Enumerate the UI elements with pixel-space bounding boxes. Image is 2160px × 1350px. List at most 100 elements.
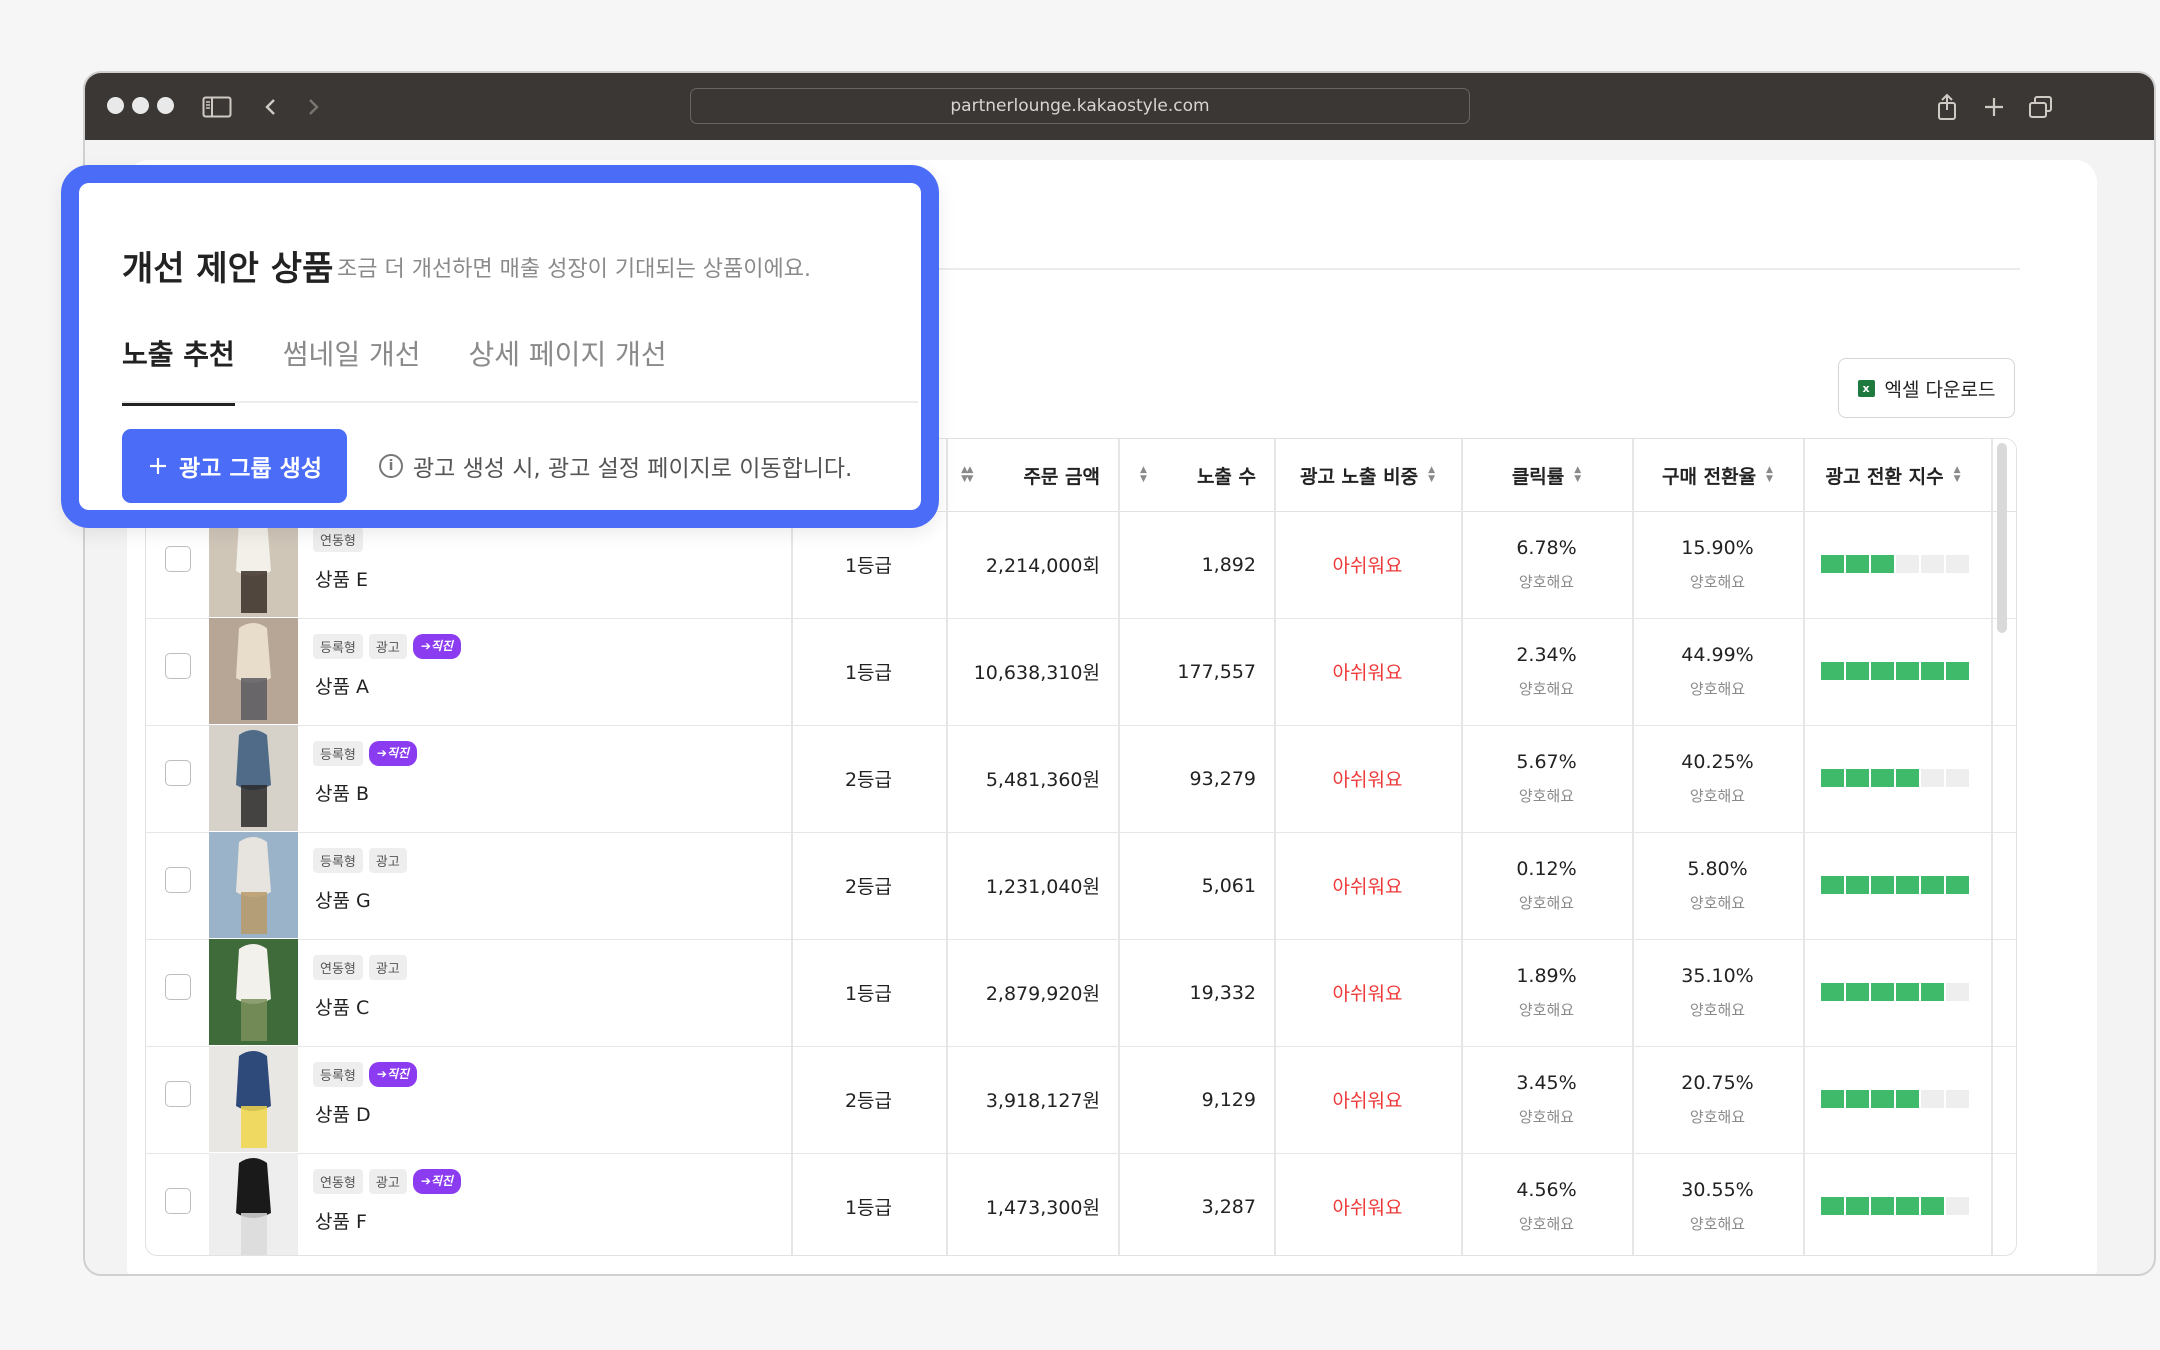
table-row[interactable]: 등록형 광고 상품 G 2등급 1,231,040원 5,061 아쉬워요 0.1… [146, 832, 2016, 940]
cvr-header[interactable]: 구매 전환율 ▲ ▼ [1632, 439, 1803, 511]
index-bar-segment [1871, 662, 1894, 680]
new-tab-icon[interactable] [1978, 91, 2010, 123]
product-thumbnail[interactable] [209, 1153, 298, 1255]
index-bar-segment [1921, 769, 1944, 787]
order-amount-header[interactable]: ▲ ▼ 주문 금액 [946, 439, 1118, 511]
ctr-note: 양호해요 [1518, 1001, 1575, 1019]
cvr-note: 양호해요 [1689, 680, 1746, 698]
table-row[interactable]: 등록형 ➔직진 상품 D 2등급 3,918,127원 9,129 아쉬워요 3.… [146, 1046, 2016, 1154]
back-icon[interactable] [255, 91, 287, 123]
order-amount-cell: 2,879,920원 [985, 983, 1100, 1005]
address-bar[interactable]: partnerlounge.kakaostyle.com [690, 88, 1470, 124]
tab-exposure[interactable]: 노출 추천 [122, 333, 235, 406]
row-checkbox[interactable] [165, 1188, 191, 1214]
row-checkbox[interactable] [165, 1081, 191, 1107]
index-bar-segment [1871, 555, 1894, 573]
share-icon[interactable] [1931, 91, 1963, 123]
direct-badge: ➔직진 [412, 1169, 461, 1194]
cvr-cell: 30.55% 양호해요 [1632, 1153, 1803, 1255]
index-bar-segment [1871, 1090, 1894, 1108]
product-name[interactable]: 상품 G [315, 886, 371, 913]
row-checkbox[interactable] [165, 760, 191, 786]
index-bar-segment [1896, 876, 1919, 894]
cvr-cell: 44.99% 양호해요 [1632, 618, 1803, 725]
index-bar-segment [1946, 555, 1969, 573]
index-bar-segment [1846, 1197, 1869, 1215]
row-checkbox[interactable] [165, 546, 191, 572]
ad-index-bars [1821, 1197, 1969, 1215]
grade-cell: 1등급 [844, 983, 893, 1005]
product-type-tag: 연동형 [313, 955, 363, 980]
sort-icon: ▲ ▼ [1428, 465, 1436, 484]
product-tags: 등록형 광고 ➔직진 [313, 634, 461, 659]
product-name[interactable]: 상품 C [315, 993, 369, 1020]
table-row[interactable]: 등록형 광고 ➔직진 상품 A 1등급 10,638,310원 177,557 아쉬… [146, 618, 2016, 726]
product-thumbnail[interactable] [209, 725, 298, 831]
table-row[interactable]: 등록형 ➔직진 상품 B 2등급 5,481,360원 93,279 아쉬워요 5… [146, 725, 2016, 833]
index-bar-segment [1846, 769, 1869, 787]
ad-index-header[interactable]: 광고 전환 지수 ▲ ▼ [1803, 439, 1983, 511]
table-row[interactable]: 연동형 광고 상품 C 1등급 2,879,920원 19,332 아쉬워요 1.… [146, 939, 2016, 1047]
info-text: 광고 생성 시, 광고 설정 페이지로 이동합니다. [413, 456, 853, 482]
browser-titlebar: partnerlounge.kakaostyle.com [85, 73, 2154, 140]
tab-thumbnail[interactable]: 썸네일 개선 [283, 333, 421, 406]
index-bar-segment [1871, 769, 1894, 787]
window-zoom-dot[interactable] [157, 97, 174, 114]
panel-title: 개선 제안 상품 [122, 249, 334, 289]
product-name[interactable]: 상품 A [315, 672, 369, 699]
product-type-tag: 등록형 [313, 741, 363, 766]
product-name[interactable]: 상품 E [315, 565, 368, 592]
window-close-dot[interactable] [107, 97, 124, 114]
forward-icon[interactable] [297, 91, 329, 123]
tab-detail-page[interactable]: 상세 페이지 개선 [469, 333, 667, 406]
sidebar-icon[interactable] [201, 91, 233, 123]
ctr-note: 양호해요 [1518, 573, 1575, 591]
product-tags: 연동형 [313, 527, 363, 552]
row-checkbox[interactable] [165, 653, 191, 679]
product-type-tag: 연동형 [313, 1169, 363, 1194]
tabs-overview-icon[interactable] [2025, 91, 2057, 123]
ctr-header[interactable]: 클릭률 ▲ ▼ [1461, 439, 1632, 511]
ad-share-header[interactable]: 광고 노출 비중 ▲ ▼ [1274, 439, 1461, 511]
table-scrollbar[interactable] [1997, 443, 2007, 633]
ctr-cell: 5.67% 양호해요 [1461, 725, 1632, 832]
product-thumbnail[interactable] [209, 939, 298, 1045]
cvr-cell: 35.10% 양호해요 [1632, 939, 1803, 1046]
cvr-cell: 5.80% 양호해요 [1632, 832, 1803, 939]
index-bar-segment [1946, 662, 1969, 680]
grade-cell: 1등급 [844, 1197, 893, 1219]
excel-download-button[interactable]: x 엑셀 다운로드 [1838, 358, 2015, 418]
index-bar-segment [1896, 769, 1919, 787]
index-bar-segment [1846, 876, 1869, 894]
product-type-tag: 등록형 [313, 1062, 363, 1087]
window-minimize-dot[interactable] [132, 97, 149, 114]
impressions-cell: 3,287 [1201, 1195, 1256, 1218]
impressions-cell: 19,332 [1189, 981, 1256, 1004]
ctr-note: 양호해요 [1518, 894, 1575, 912]
ctr-value: 5.67% [1516, 751, 1577, 773]
ad-index-bars [1821, 876, 1969, 894]
product-name[interactable]: 상품 D [315, 1100, 371, 1127]
ad-share-cell: 아쉬워요 [1332, 983, 1403, 1005]
create-ad-group-button[interactable]: 광고 그룹 생성 [122, 429, 347, 503]
sort-icon: ▲ ▼ [1953, 465, 1961, 484]
product-tags: 연동형 광고 ➔직진 [313, 1169, 461, 1194]
row-checkbox[interactable] [165, 867, 191, 893]
product-name[interactable]: 상품 B [315, 779, 369, 806]
row-checkbox[interactable] [165, 974, 191, 1000]
product-thumbnail[interactable] [209, 1046, 298, 1152]
ctr-value: 0.12% [1516, 858, 1577, 880]
direct-badge: ➔직진 [368, 741, 418, 766]
product-thumbnail[interactable] [209, 618, 298, 724]
product-name[interactable]: 상품 F [315, 1207, 367, 1234]
grade-cell: 2등급 [844, 876, 893, 898]
product-type-tag: 연동형 [313, 527, 363, 552]
table-row[interactable]: 연동형 광고 ➔직진 상품 F 1등급 1,473,300원 3,287 아쉬워요 … [146, 1153, 2016, 1255]
grade-cell: 2등급 [844, 1090, 893, 1112]
ad-index-bars [1821, 983, 1969, 1001]
ad-index-bars [1821, 662, 1969, 680]
product-thumbnail[interactable] [209, 832, 298, 938]
product-type-tag: 광고 [368, 634, 407, 659]
sort-icon: ▲ ▼ [1766, 465, 1773, 484]
impressions-header[interactable]: ▲ ▼ 노출 수 [1118, 439, 1274, 511]
